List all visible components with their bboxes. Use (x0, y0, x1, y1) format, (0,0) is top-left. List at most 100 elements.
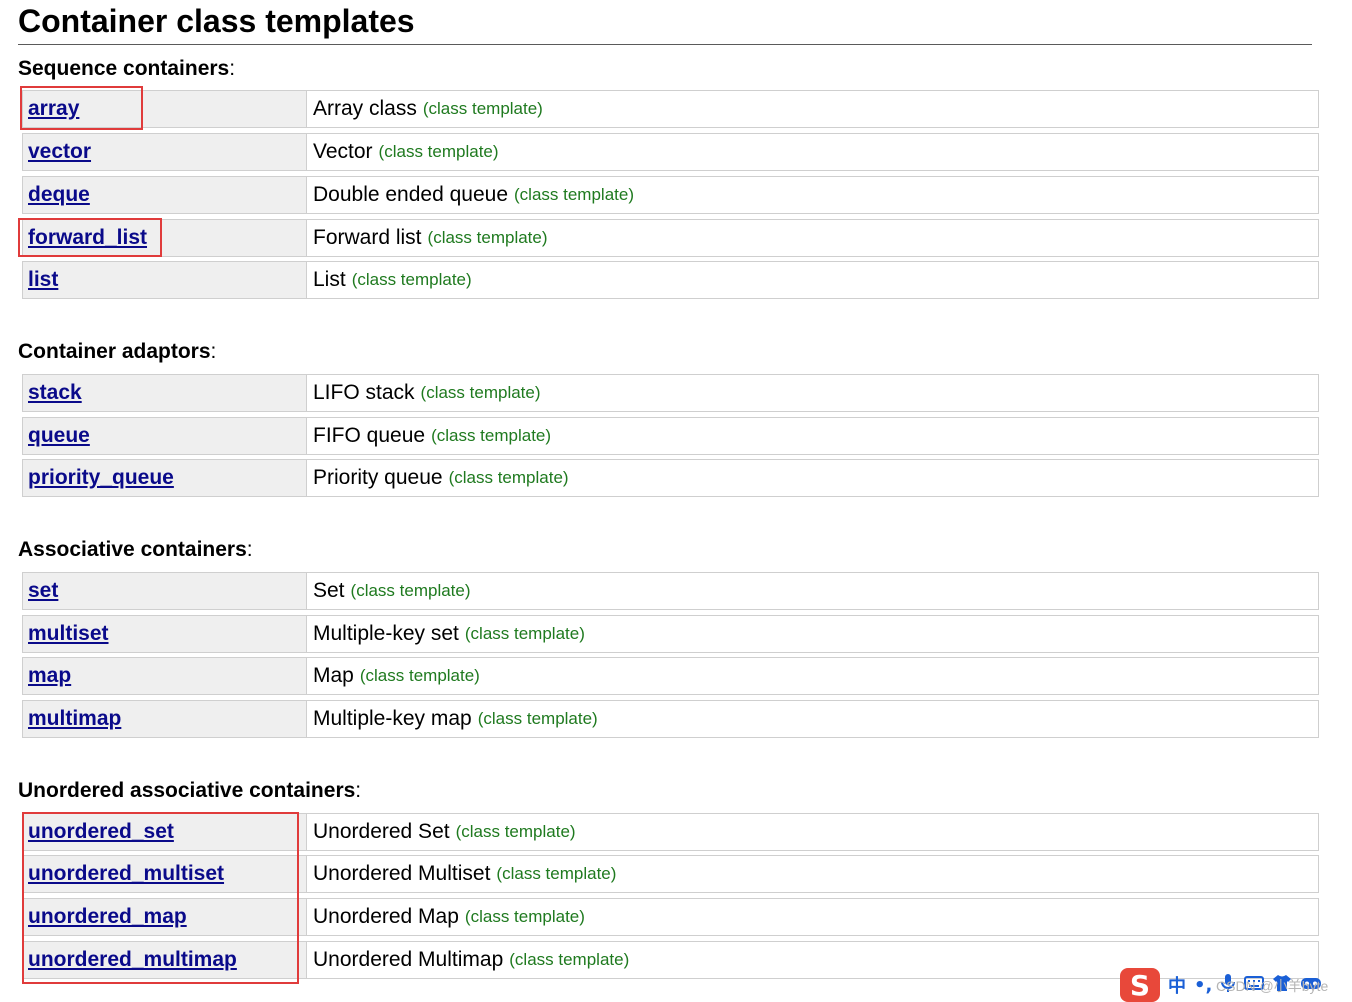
name-cell: unordered_map (22, 898, 307, 936)
kind-label: (class template) (477, 709, 598, 728)
link-multiset[interactable]: multiset (28, 622, 109, 646)
desc-cell: FIFO queue (class template) (307, 417, 1319, 455)
link-unordered-map[interactable]: unordered_map (28, 905, 187, 929)
row-description: FIFO queue (313, 424, 426, 447)
kind-label: (class template) (448, 468, 569, 487)
kind-label: (class template) (514, 185, 634, 204)
kind-label: (class template) (350, 581, 471, 600)
name-cell: stack (22, 374, 307, 412)
kind-label: (class template) (351, 270, 472, 289)
section-heading-unordered: Unordered associative containers: (18, 779, 362, 802)
name-cell: priority_queue (22, 459, 307, 497)
kind-label: (class template) (431, 426, 552, 445)
name-cell: unordered_multimap (22, 941, 307, 979)
desc-cell: Array class (class template) (307, 90, 1319, 128)
row-description: List (313, 268, 346, 291)
kind-label: (class template) (496, 864, 617, 883)
link-multimap[interactable]: multimap (28, 707, 121, 731)
row-description: Multiple-key set (313, 622, 459, 645)
name-cell: multimap (22, 700, 307, 738)
desc-cell: List (class template) (307, 261, 1319, 299)
table-row: queue FIFO queue (class template) (22, 417, 1319, 455)
section-heading-sequence: Sequence containers: (18, 57, 236, 80)
table-row: forward_list Forward list (class template… (22, 219, 1319, 257)
page-title: Container class templates (18, 3, 415, 39)
chinese-mode-icon[interactable]: 中 (1168, 972, 1186, 998)
desc-cell: Map (class template) (307, 657, 1319, 695)
desc-cell: Set (class template) (307, 572, 1319, 610)
table-row: unordered_map Unordered Map (class templa… (22, 898, 1319, 936)
name-cell: array (22, 90, 307, 128)
kind-label: (class template) (427, 228, 548, 247)
desc-cell: LIFO stack (class template) (307, 374, 1319, 412)
kind-label: (class template) (464, 907, 585, 926)
name-cell: unordered_set (22, 813, 307, 851)
table-row: set Set (class template) (22, 572, 1319, 610)
name-cell: multiset (22, 615, 307, 653)
desc-cell: Priority queue (class template) (307, 459, 1319, 497)
kind-label: (class template) (420, 383, 541, 402)
kind-label: (class template) (422, 99, 543, 118)
table-row: list List (class template) (22, 261, 1319, 299)
table-row: multiset Multiple-key set (class template… (22, 615, 1319, 653)
kind-label: (class template) (464, 624, 585, 643)
row-description: Unordered Set (313, 820, 450, 843)
row-description: Unordered Multimap (313, 948, 504, 971)
name-cell: deque (22, 176, 307, 214)
link-vector[interactable]: vector (28, 140, 91, 164)
link-unordered-multiset[interactable]: unordered_multiset (28, 862, 224, 886)
table-row: unordered_multiset Unordered Multiset (cl… (22, 855, 1319, 893)
link-priority-queue[interactable]: priority_queue (28, 466, 174, 490)
link-unordered-set[interactable]: unordered_set (28, 820, 174, 844)
sogou-logo-icon[interactable]: S (1120, 968, 1160, 1002)
row-description: Double ended queue (313, 183, 509, 206)
name-cell: queue (22, 417, 307, 455)
link-queue[interactable]: queue (28, 424, 90, 448)
desc-cell: Vector (class template) (307, 133, 1319, 171)
link-unordered-multimap[interactable]: unordered_multimap (28, 948, 237, 972)
desc-cell: Multiple-key map (class template) (307, 700, 1319, 738)
table-row: priority_queue Priority queue (class temp… (22, 459, 1319, 497)
punctuation-icon[interactable]: •, (1194, 975, 1212, 996)
table-row: vector Vector (class template) (22, 133, 1319, 171)
watermark: CSDN @小羊byte (1216, 978, 1329, 994)
row-description: Forward list (313, 226, 422, 249)
name-cell: forward_list (22, 219, 307, 257)
name-cell: vector (22, 133, 307, 171)
table-row: deque Double ended queue (class template) (22, 176, 1319, 214)
kind-label: (class template) (378, 142, 499, 161)
link-forward-list[interactable]: forward_list (28, 226, 147, 250)
kind-label: (class template) (509, 950, 630, 969)
table-row: unordered_set Unordered Set (class templa… (22, 813, 1319, 851)
kind-label: (class template) (359, 666, 480, 685)
desc-cell: Unordered Multiset (class template) (307, 855, 1319, 893)
title-divider (18, 44, 1312, 45)
link-array[interactable]: array (28, 97, 79, 121)
row-description: LIFO stack (313, 381, 415, 404)
link-deque[interactable]: deque (28, 183, 90, 207)
link-list[interactable]: list (28, 268, 58, 292)
name-cell: map (22, 657, 307, 695)
desc-cell: Unordered Set (class template) (307, 813, 1319, 851)
row-description: Unordered Multiset (313, 862, 491, 885)
name-cell: unordered_multiset (22, 855, 307, 893)
link-stack[interactable]: stack (28, 381, 82, 405)
name-cell: set (22, 572, 307, 610)
table-row: stack LIFO stack (class template) (22, 374, 1319, 412)
row-description: Set (313, 579, 345, 602)
row-description: Multiple-key map (313, 707, 472, 730)
table-row: array Array class (class template) (22, 90, 1319, 128)
table-row: multimap Multiple-key map (class template… (22, 700, 1319, 738)
row-description: Array class (313, 97, 417, 120)
section-heading-associative: Associative containers: (18, 538, 253, 561)
row-description: Map (313, 664, 354, 687)
desc-cell: Forward list (class template) (307, 219, 1319, 257)
link-set[interactable]: set (28, 579, 58, 603)
name-cell: list (22, 261, 307, 299)
desc-cell: Multiple-key set (class template) (307, 615, 1319, 653)
link-map[interactable]: map (28, 664, 71, 688)
section-heading-adaptors: Container adaptors: (18, 340, 217, 363)
row-description: Unordered Map (313, 905, 459, 928)
table-row: map Map (class template) (22, 657, 1319, 695)
row-description: Priority queue (313, 466, 443, 489)
